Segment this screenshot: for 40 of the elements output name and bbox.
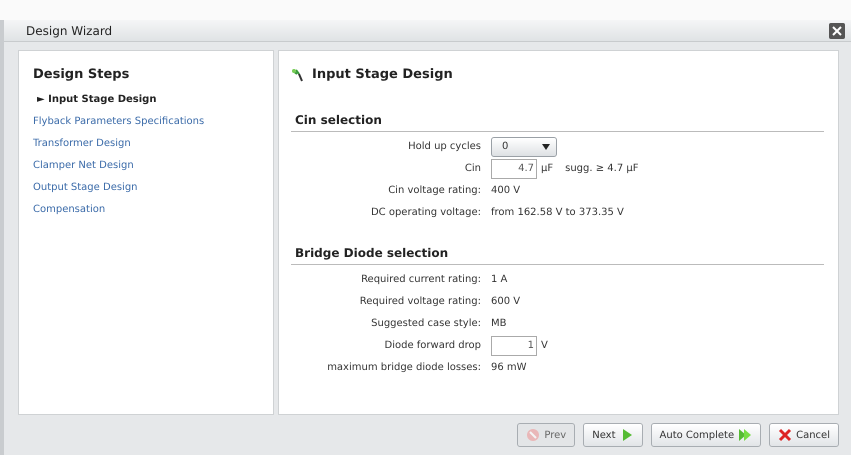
stop-icon bbox=[526, 428, 540, 442]
auto-complete-button[interactable]: Auto Complete bbox=[650, 423, 762, 447]
field-value: MB bbox=[491, 317, 506, 331]
steps-heading: Design Steps bbox=[33, 66, 130, 84]
caret-icon bbox=[542, 144, 550, 150]
field-label: Required voltage rating: bbox=[358, 295, 481, 309]
close-icon bbox=[778, 428, 792, 442]
unit-label: µF bbox=[541, 162, 554, 176]
step-link[interactable]: Flyback Parameters Specifications bbox=[33, 110, 259, 132]
next-button[interactable]: Next bbox=[583, 423, 643, 447]
step-link[interactable]: Output Stage Design bbox=[33, 176, 259, 198]
field-label: Suggested case style: bbox=[370, 317, 481, 331]
window-title: Design Wizard bbox=[26, 22, 112, 40]
dropdown[interactable]: 0 bbox=[491, 136, 557, 156]
field-value: 600 V bbox=[491, 295, 520, 309]
field-value: from 162.58 V to 373.35 V bbox=[491, 206, 624, 220]
field-label: Diode forward drop bbox=[384, 339, 481, 353]
field-label: Required current rating: bbox=[360, 273, 481, 287]
field-label: Hold up cycles bbox=[407, 140, 481, 154]
step-link[interactable]: Transformer Design bbox=[33, 132, 259, 154]
field-label: Cin voltage rating: bbox=[387, 184, 481, 198]
field-label: Cin bbox=[464, 162, 481, 176]
field-label: maximum bridge diode losses: bbox=[326, 361, 481, 375]
input-field[interactable]: 1 bbox=[491, 336, 537, 356]
cancel-button[interactable]: Cancel bbox=[769, 423, 839, 447]
page-title: Input Stage Design bbox=[312, 66, 453, 84]
field-value: 96 mW bbox=[491, 361, 527, 375]
field-value: 400 V bbox=[491, 184, 520, 198]
input-field[interactable]: 4.7 bbox=[491, 158, 537, 178]
close-button[interactable] bbox=[829, 22, 845, 38]
step-link[interactable]: ► Input Stage Design bbox=[33, 88, 259, 110]
unit-label: V bbox=[541, 339, 548, 353]
field-label: DC operating voltage: bbox=[370, 206, 481, 220]
step-link[interactable]: Compensation bbox=[33, 198, 259, 220]
section-heading: Cin selection bbox=[291, 110, 824, 132]
section-heading: Bridge Diode selection bbox=[291, 244, 824, 264]
step-link[interactable]: Clamper Net Design bbox=[33, 154, 259, 176]
field-value: 1 A bbox=[491, 273, 508, 287]
suggestion-text: sugg. ≥ 4.7 µF bbox=[565, 162, 638, 176]
fast-forward-icon bbox=[738, 428, 752, 442]
